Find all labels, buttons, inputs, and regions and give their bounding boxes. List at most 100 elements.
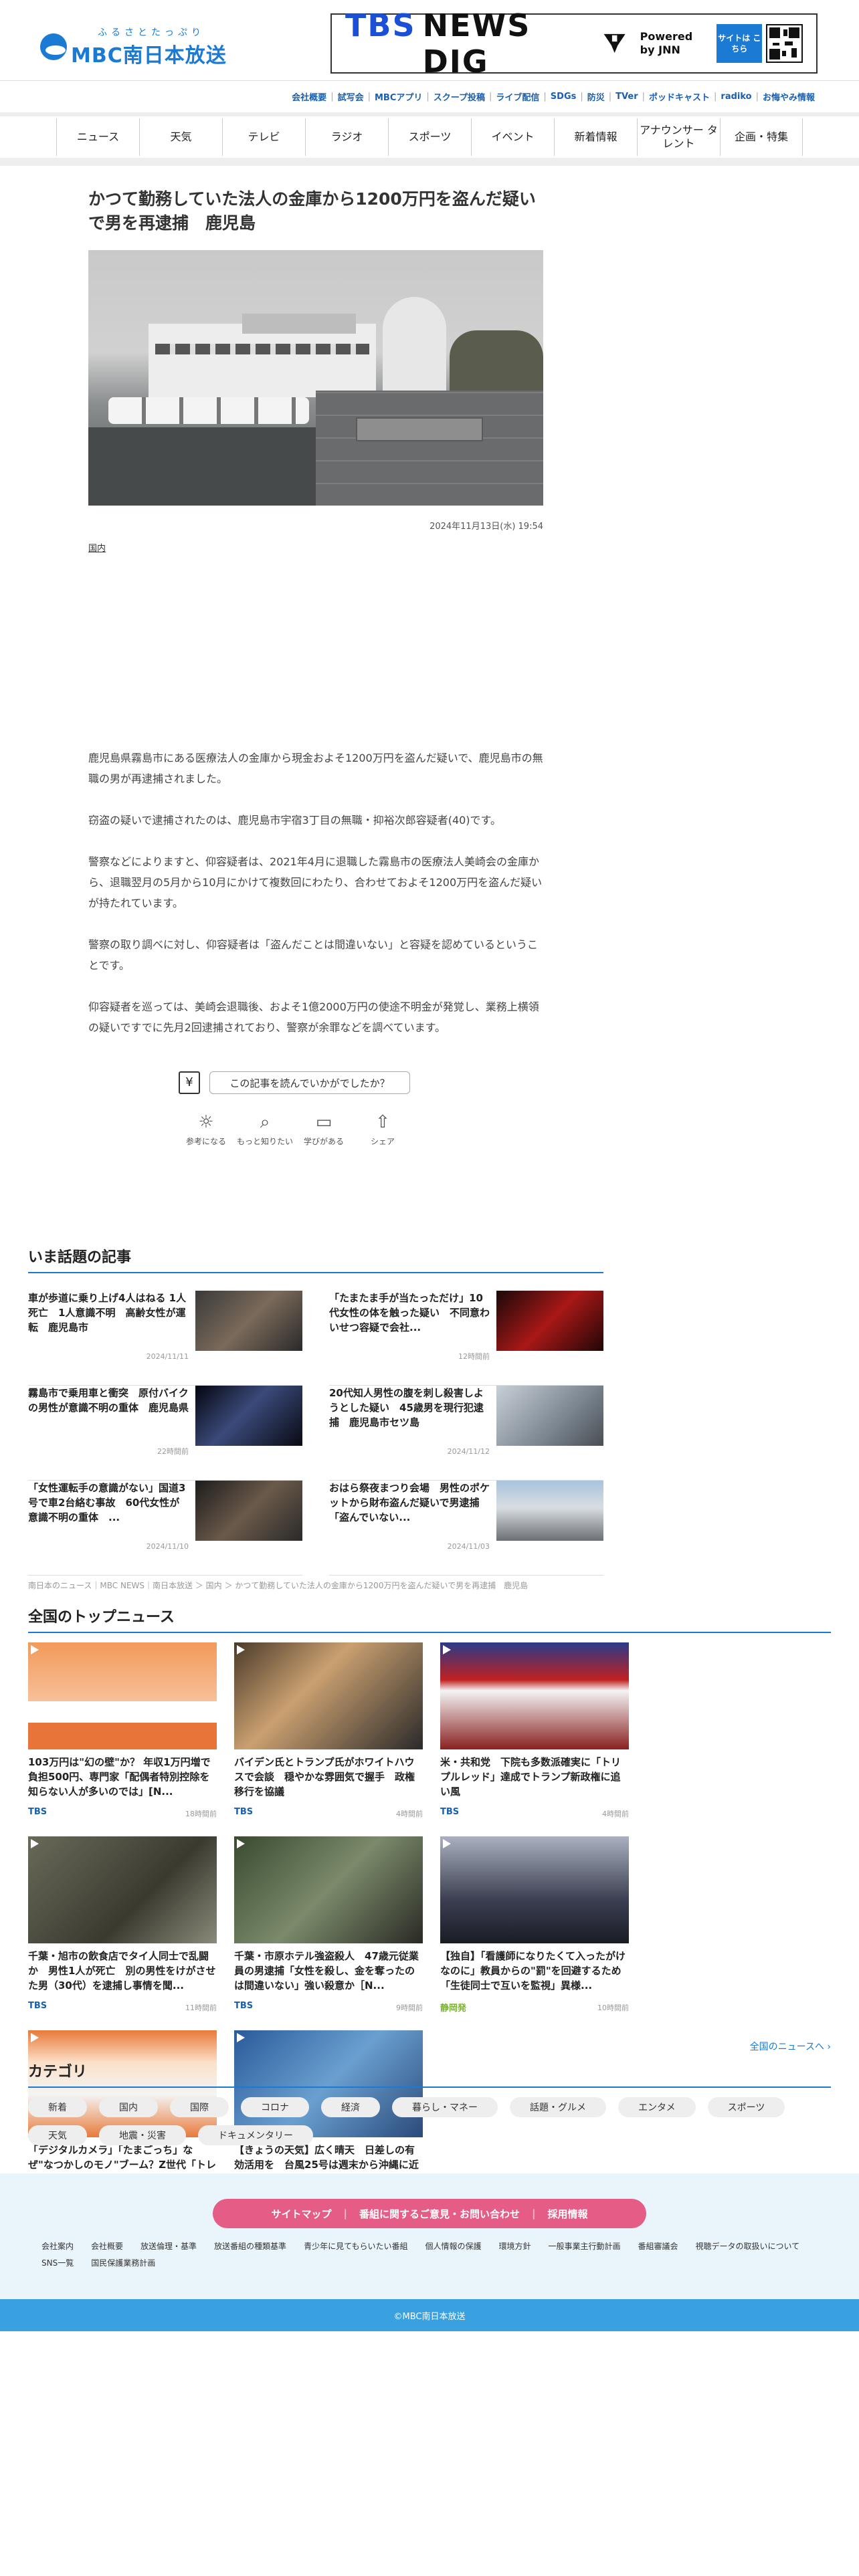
footer-link[interactable]: 視聴データの取扱いについて bbox=[696, 2240, 800, 2252]
footer-main-link[interactable]: 採用情報 bbox=[547, 2207, 587, 2221]
trending-item[interactable]: 車が歩道に乗り上げ4人はねる 1人死亡 1人意識不明 高齢女性が運転 鹿児島市 2… bbox=[28, 1291, 302, 1386]
trending-text: 「女性運転手の意識がない」国道3号で車2台絡む事故 60代女性が意識不明の重体 … bbox=[28, 1481, 189, 1551]
divider: | bbox=[580, 92, 583, 102]
nav-item[interactable]: ニュース bbox=[56, 118, 139, 156]
divider: | bbox=[532, 2208, 536, 2220]
survey-button[interactable]: この記事を読んでいかがでしたか？ bbox=[209, 1071, 410, 1094]
util-link[interactable]: 防災 bbox=[587, 90, 605, 103]
logo-name: MBC南日本放送 bbox=[71, 44, 227, 68]
share-icon: ⇧ bbox=[375, 1112, 390, 1132]
trending-text: 「たまたま手が当たっただけ」10代女性の体を触った疑い 不同意わいせつ容疑で会社… bbox=[329, 1291, 490, 1361]
news-source: TBS bbox=[440, 1807, 460, 1817]
footer-link[interactable]: 放送倫理・基準 bbox=[140, 2240, 197, 2252]
footer-link[interactable]: 一般事業主行動計画 bbox=[549, 2240, 621, 2252]
util-link[interactable]: SDGs bbox=[551, 92, 577, 102]
utility-links: 会社概要 | 試写会 | MBCアプリ | スクープ投稿 | ライブ配信 | SDGs | 防災 | TVe… bbox=[0, 80, 859, 112]
nav-item[interactable]: アナウンサー タレント bbox=[637, 118, 720, 156]
shovel-icon bbox=[603, 33, 626, 53]
util-link[interactable]: MBCアプリ bbox=[375, 90, 422, 103]
trending-text: 車が歩道に乗り上げ4人はねる 1人死亡 1人意識不明 高齢女性が運転 鹿児島市 2… bbox=[28, 1291, 189, 1361]
category-chip[interactable]: 国際 bbox=[170, 2097, 229, 2117]
footer-main-link[interactable]: サイトマップ bbox=[271, 2207, 331, 2221]
trending-item[interactable]: 「女性運転手の意識がない」国道3号で車2台絡む事故 60代女性が意識不明の重体 … bbox=[28, 1481, 302, 1576]
nav-item[interactable]: 天気 bbox=[139, 118, 222, 156]
nav-item[interactable]: テレビ bbox=[222, 118, 305, 156]
reaction-2[interactable]: ▭ 学びがある bbox=[294, 1109, 353, 1147]
footer-link[interactable]: 環境方針 bbox=[498, 2240, 531, 2252]
top-news-item[interactable]: 千葉・旭市の飲食店でタイ人同士で乱闘か 男性1人が死亡 別の男性をけがさせた男（… bbox=[28, 1836, 217, 2030]
category-chip[interactable]: 地震・災害 bbox=[99, 2125, 186, 2145]
trending-date: 2024/11/10 bbox=[146, 1542, 189, 1551]
breadcrumb[interactable]: 南日本のニュース｜MBC NEWS｜南日本放送 ＞ 国内 ＞ かつて勤務していた… bbox=[28, 1580, 528, 1591]
util-link[interactable]: radiko bbox=[721, 92, 751, 102]
trending-item[interactable]: 霧島市で乗用車と衝突 原付バイクの男性が意識不明の重体 鹿児島県 22時間前 bbox=[28, 1386, 302, 1481]
util-link[interactable]: 会社概要 bbox=[292, 90, 326, 103]
top-news-item[interactable]: 米・共和党 下院も多数派確実に「トリプルレッド」達成でトランプ新政権に追い風 TB… bbox=[440, 1642, 629, 1836]
trending-section: いま話題の記事 車が歩道に乗り上げ4人はねる 1人死亡 1人意識不明 高齢女性が… bbox=[28, 1245, 603, 1576]
divider: | bbox=[543, 92, 547, 102]
util-link[interactable]: TVer bbox=[615, 92, 638, 102]
category-chip[interactable]: 暮らし・マネー bbox=[392, 2097, 498, 2117]
category-chip[interactable]: 天気 bbox=[28, 2125, 87, 2145]
more-news-link[interactable]: 全国のニュースへ › bbox=[750, 2040, 831, 2053]
trending-item[interactable]: 「たまたま手が当たっただけ」10代女性の体を触った疑い 不同意わいせつ容疑で会社… bbox=[329, 1291, 603, 1386]
footer-link[interactable]: 番組審議会 bbox=[638, 2240, 678, 2252]
trending-text: おはら祭夜まつり会場 男性のポケットから財布盗んだ疑いで男逮捕「盗んでいない..… bbox=[329, 1481, 490, 1551]
trending-item[interactable]: おはら祭夜まつり会場 男性のポケットから財布盗んだ疑いで男逮捕「盗んでいない..… bbox=[329, 1481, 603, 1576]
trending-item[interactable]: 20代知人男性の腹を刺し殺害しようとした疑い 45歳男を現行犯逮捕 鹿児島市セツ… bbox=[329, 1386, 603, 1481]
category-chip[interactable]: コロナ bbox=[241, 2097, 309, 2117]
article-category-link[interactable]: 国内 bbox=[88, 541, 543, 554]
trending-date: 2024/11/12 bbox=[447, 1447, 490, 1456]
reaction-0[interactable]: ☼ 参考になる bbox=[177, 1109, 235, 1147]
footer-link[interactable]: 放送番組の種類基準 bbox=[214, 2240, 286, 2252]
play-icon bbox=[31, 1839, 39, 1848]
article-title: かつて勤務していた法人の金庫から1200万円を盗んだ疑いで男を再逮捕 鹿児島 bbox=[88, 189, 536, 233]
footer-link[interactable]: SNS一覧 bbox=[41, 2257, 74, 2268]
nav-item[interactable]: スポーツ bbox=[388, 118, 471, 156]
article-paragraph: 仰容疑者を巡っては、美崎会退職後、およそ1億2000万円の使途不明金が発覚し、業… bbox=[88, 1000, 539, 1034]
site-logo[interactable]: ふるさとたっぷり MBC南日本放送 bbox=[40, 25, 227, 68]
category-chip[interactable]: 経済 bbox=[321, 2097, 380, 2117]
divider: | bbox=[343, 2208, 347, 2220]
reaction-1[interactable]: ⌕ もっと知りたい bbox=[235, 1109, 294, 1147]
category-chip[interactable]: 国内 bbox=[99, 2097, 158, 2117]
footer-link[interactable]: 国民保護業務計画 bbox=[91, 2257, 155, 2268]
trending-headline: 「女性運転手の意識がない」国道3号で車2台絡む事故 60代女性が意識不明の重体 … bbox=[28, 1482, 186, 1523]
util-link[interactable]: ライブ配信 bbox=[496, 90, 539, 103]
mbc-logo-icon bbox=[40, 33, 67, 60]
nav-item[interactable]: ラジオ bbox=[305, 118, 388, 156]
footer-link[interactable]: 会社概要 bbox=[91, 2240, 123, 2252]
footer-link[interactable]: 個人情報の保護 bbox=[425, 2240, 481, 2252]
category-chip[interactable]: エンタメ bbox=[618, 2097, 696, 2117]
article-body: 鹿児島県霧島市にある医療法人の金庫から現金およそ1200万円を盗んだ疑いで、鹿児… bbox=[88, 748, 543, 1038]
site-link-button[interactable]: サイトは こちら bbox=[717, 24, 763, 63]
reaction-3[interactable]: ⇧ シェア bbox=[353, 1109, 412, 1147]
util-link[interactable]: 試写会 bbox=[338, 90, 364, 103]
footer-main-link[interactable]: 番組に関するご意見・お問い合わせ bbox=[359, 2207, 520, 2221]
nav-item[interactable]: 新着情報 bbox=[554, 118, 637, 156]
footer-link[interactable]: 青少年に見てもらいたい番組 bbox=[304, 2240, 407, 2252]
article-photo bbox=[88, 250, 543, 506]
trending-thumbnail bbox=[195, 1291, 302, 1351]
nav-item[interactable]: イベント bbox=[471, 118, 554, 156]
top-news-item[interactable]: 【独自】「看護師になりたくて入ったがけなのに」教員からの"罰"を回避するため「生… bbox=[440, 1836, 629, 2030]
news-source: 静岡発 bbox=[440, 2004, 467, 2014]
reaction-label: 学びがある bbox=[303, 1137, 344, 1146]
util-link[interactable]: ポッドキャスト bbox=[649, 90, 710, 103]
util-link[interactable]: スクープ投稿 bbox=[434, 90, 485, 103]
top-news-item[interactable]: 千葉・市原ホテル強盗殺人 47歳元従業員の男逮捕「女性を殺し、金を奪ったのは間違… bbox=[234, 1836, 423, 2030]
category-chip[interactable]: ドキュメンタリー bbox=[198, 2125, 313, 2145]
util-link[interactable]: お悔やみ情報 bbox=[763, 90, 815, 103]
tbs-news-dig-banner[interactable]: TBS NEWS DIG Powered by JNN サイトは こちら bbox=[330, 7, 818, 80]
category-chip[interactable]: 新着 bbox=[28, 2097, 87, 2117]
top-news-item[interactable]: バイデン氏とトランプ氏がホワイトハウスで会談 穏やかな雰囲気で握手 政権移行を協… bbox=[234, 1642, 423, 1836]
news-source: TBS bbox=[28, 2001, 47, 2011]
footer-link[interactable]: 会社案内 bbox=[41, 2240, 74, 2252]
top-news-item[interactable]: 103万円は"幻の壁"か？ 年収1万円増で負担500円、専門家「配偶者特別控除を… bbox=[28, 1642, 217, 1836]
divider: | bbox=[330, 92, 334, 102]
category-chip[interactable]: スポーツ bbox=[707, 2097, 785, 2117]
category-chip[interactable]: 話題・グルメ bbox=[510, 2097, 606, 2117]
nav-item[interactable]: 企画・特集 bbox=[720, 118, 803, 156]
news-date: 11時間前 bbox=[185, 2004, 217, 2012]
play-icon bbox=[443, 1839, 451, 1848]
